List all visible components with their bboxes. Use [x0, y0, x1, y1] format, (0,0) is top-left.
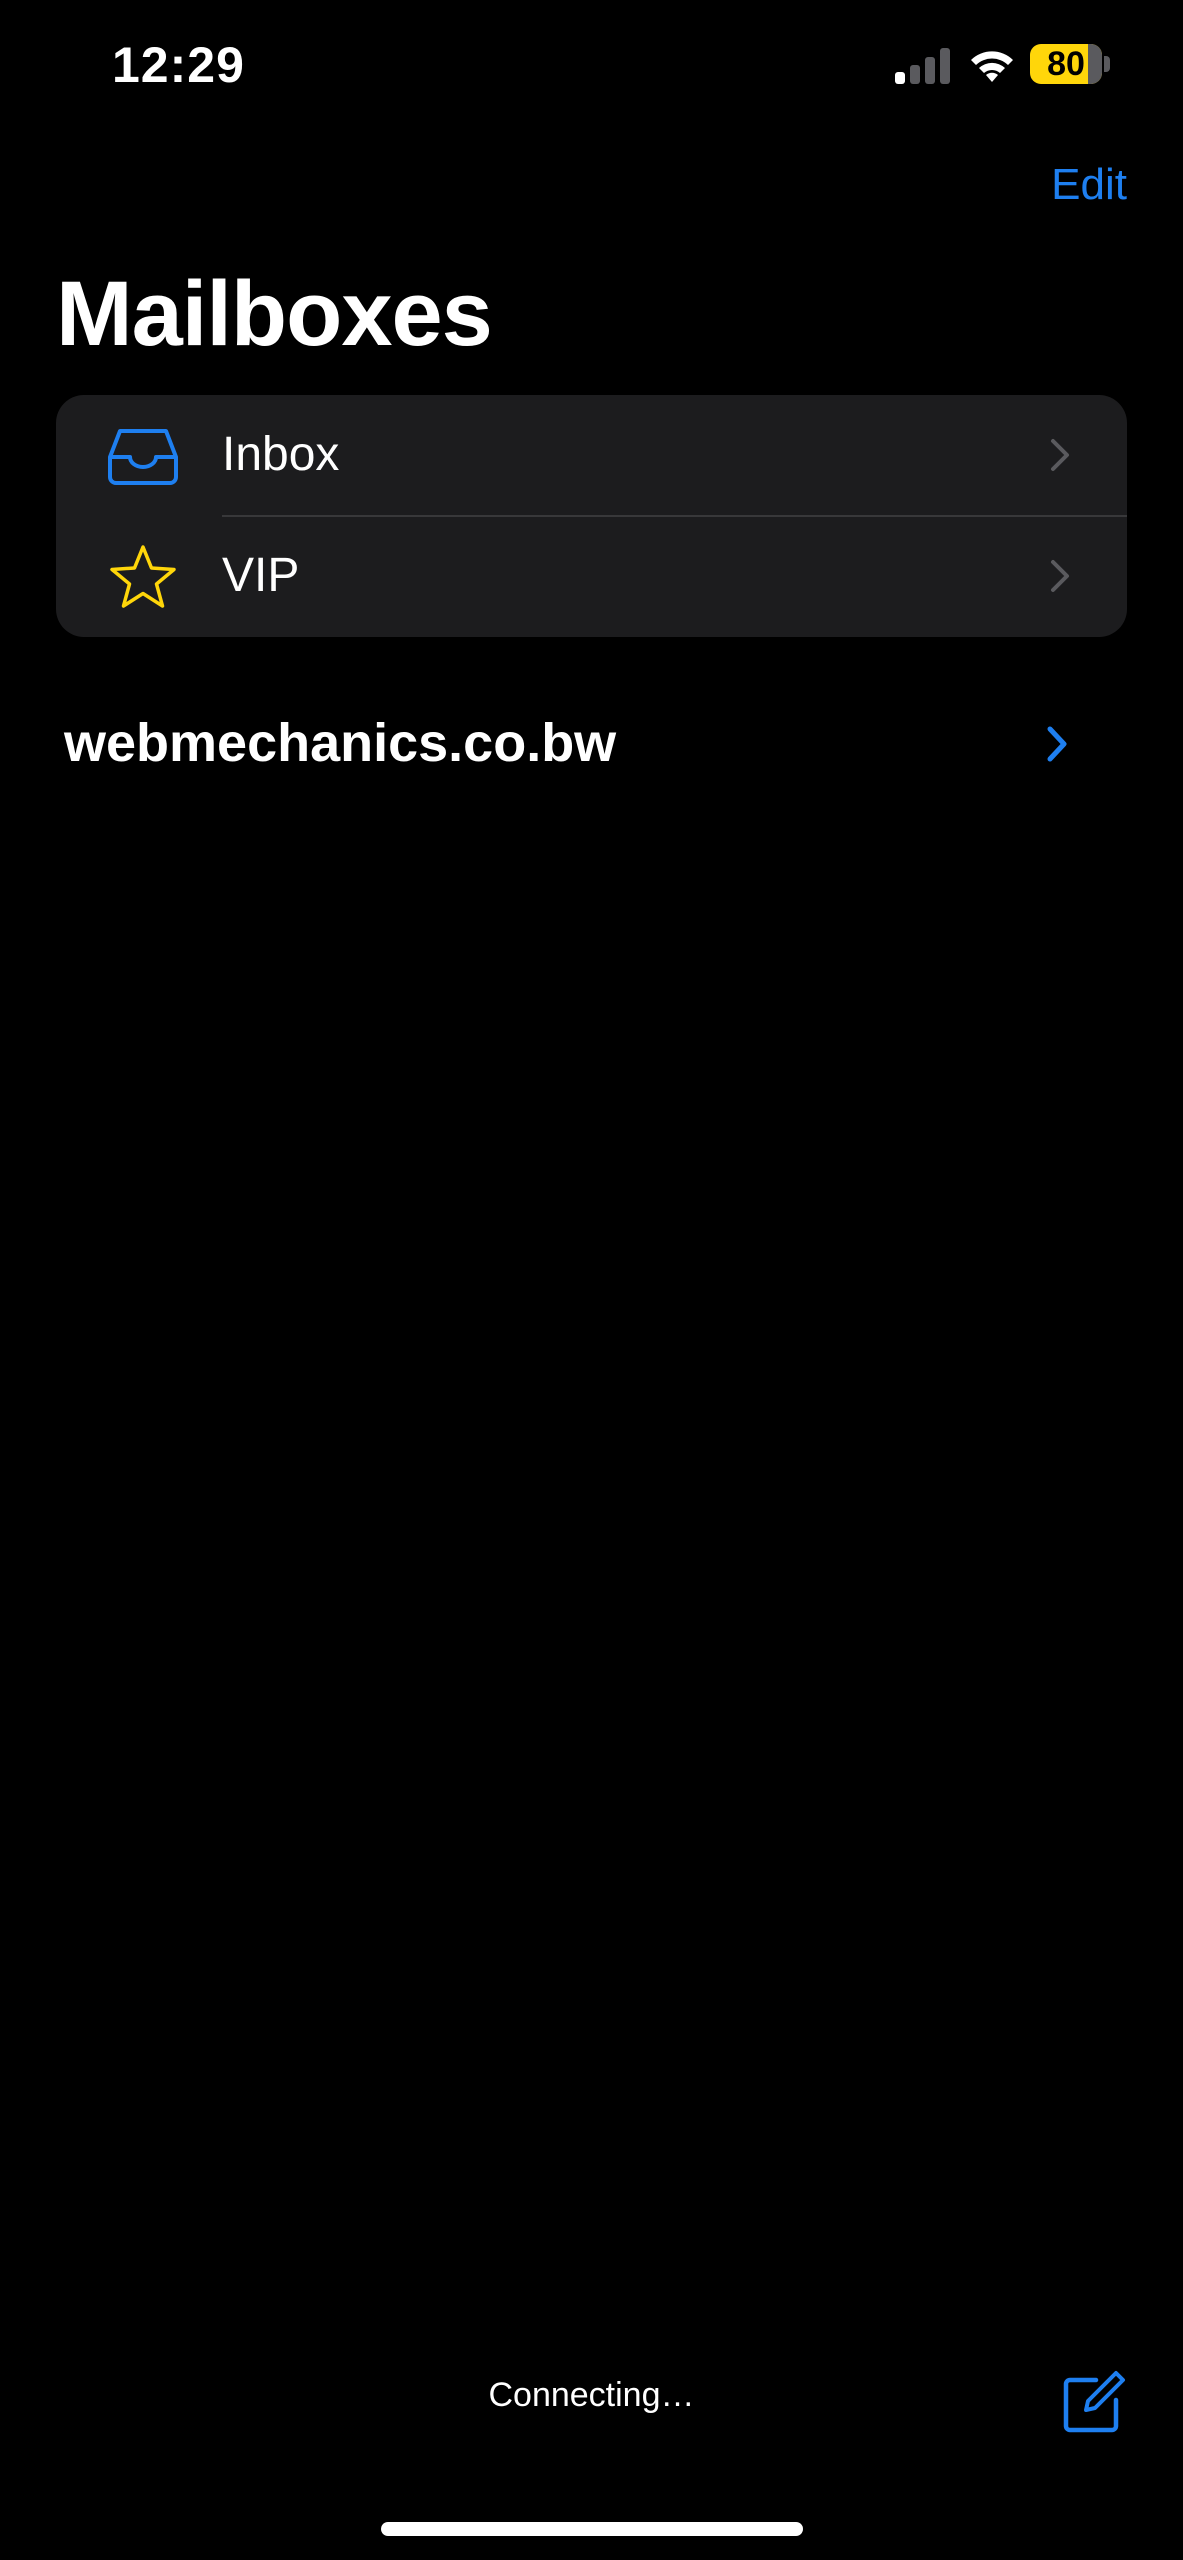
- mailbox-row-vip[interactable]: VIP: [56, 516, 1127, 637]
- star-icon: [110, 545, 176, 608]
- mailbox-list: Inbox VIP: [56, 395, 1127, 637]
- mailbox-label: Inbox: [222, 428, 340, 481]
- signal-bar-4: [940, 48, 950, 84]
- mailbox-label: VIP: [222, 549, 300, 602]
- chevron-right-icon: [1051, 560, 1069, 592]
- battery-cap: [1104, 56, 1110, 72]
- signal-bar-2: [910, 65, 920, 84]
- battery-percent: 80: [1047, 45, 1085, 83]
- compose-icon[interactable]: [1060, 2370, 1126, 2436]
- account-section-header[interactable]: webmechanics.co.bw: [56, 700, 1127, 790]
- mailbox-row-inbox[interactable]: Inbox: [56, 395, 1127, 516]
- signal-bar-3: [925, 57, 935, 84]
- edit-button[interactable]: Edit: [1051, 160, 1127, 210]
- chevron-right-icon: [1047, 726, 1067, 762]
- account-name: webmechanics.co.bw: [64, 713, 617, 773]
- connection-status: Connecting…: [488, 2376, 695, 2414]
- home-indicator[interactable]: [381, 2522, 803, 2536]
- cellular-signal-icon: [895, 48, 950, 84]
- page-title: Mailboxes: [56, 263, 493, 365]
- chevron-right-icon: [1051, 439, 1069, 471]
- battery-indicator: 80: [1030, 44, 1102, 84]
- status-time: 12:29: [112, 37, 245, 93]
- status-bar: 12:29 80: [0, 0, 1183, 140]
- signal-bar-1: [895, 72, 905, 84]
- wifi-icon: [971, 51, 1013, 82]
- tray-icon: [108, 429, 178, 485]
